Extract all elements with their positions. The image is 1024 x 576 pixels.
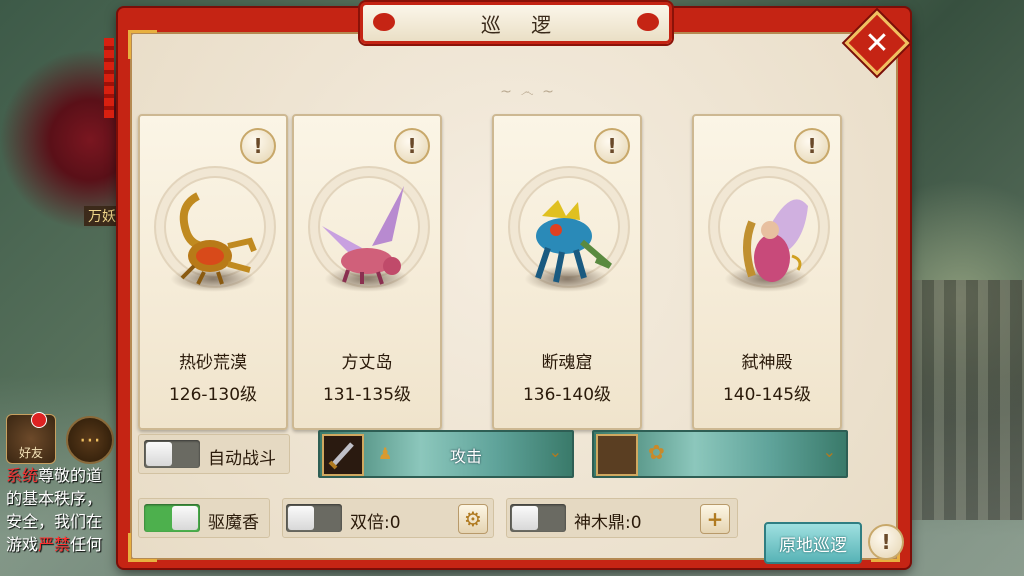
area-card-3[interactable]: ! 断魂窟 136-140级: [492, 114, 642, 430]
chat-line: 安全，我们在: [6, 512, 103, 531]
area-name: 热砂荒漠: [179, 353, 247, 373]
tassel-decoration: [104, 38, 114, 118]
system-tag: 系统: [6, 466, 39, 485]
dialog-title: 巡 逻: [480, 12, 564, 37]
paw-icon: ✿: [648, 440, 665, 464]
info-icon[interactable]: !: [394, 128, 430, 164]
shenmu-toggle[interactable]: [510, 504, 566, 532]
chevron-down-icon: ⌄: [548, 442, 562, 461]
area-level: 131-135级: [322, 385, 412, 405]
auto-battle-toggle[interactable]: [144, 440, 200, 468]
chevron-down-icon: ⌄: [822, 442, 836, 461]
plus-icon[interactable]: +: [700, 504, 730, 534]
chat-button[interactable]: ⋯: [66, 416, 114, 464]
area-card-2[interactable]: ! 方丈岛 131-135级: [292, 114, 442, 430]
system-chat-log: 系统尊敬的道 的基本秩序， 安全，我们在 游戏严禁任何: [6, 464, 126, 556]
info-icon[interactable]: !: [594, 128, 630, 164]
dialog-title-plate: 巡 逻: [360, 2, 672, 44]
close-icon: ✕: [864, 25, 890, 61]
friends-label: 好友: [18, 446, 43, 460]
empty-skill-slot: [596, 434, 638, 476]
area-level: 126-130级: [168, 385, 258, 405]
patrol-dialog: ~ ෴ ~ ! 热砂荒漠 126-130级 ! 方丈岛 131-135级 ! 断…: [104, 2, 910, 568]
pink-winged-dragon-icon: [322, 186, 404, 285]
chat-line: 系统尊敬的道: [6, 466, 103, 485]
area-level: 140-145级: [722, 385, 812, 405]
friends-button[interactable]: 好友: [6, 412, 56, 464]
double-toggle[interactable]: [286, 504, 342, 532]
shenmu-label: 神木鼎:0: [574, 513, 642, 533]
area-name: 方丈岛: [341, 353, 393, 373]
patrol-here-button[interactable]: 原地巡逻: [764, 522, 862, 564]
area-card-1[interactable]: ! 热砂荒漠 126-130级: [138, 114, 288, 430]
chat-line: 游戏严禁任何: [6, 535, 103, 554]
npc-name-label: 万妖: [84, 206, 120, 226]
chat-line: 的基本秩序，: [6, 489, 103, 508]
blue-frog-lizard-icon: [535, 200, 612, 283]
golden-scorpion-icon: [179, 192, 257, 285]
repel-toggle[interactable]: [144, 504, 200, 532]
cloud-ornament: ~ ෴ ~: [500, 84, 556, 100]
skill-label: 攻击: [450, 447, 483, 466]
info-icon[interactable]: !: [240, 128, 276, 164]
auto-battle-label: 自动战斗: [208, 449, 276, 469]
area-name: 弑神殿: [741, 353, 793, 373]
help-icon[interactable]: !: [868, 524, 904, 560]
gear-icon[interactable]: ⚙: [458, 504, 488, 534]
repel-label: 驱魔香: [208, 513, 259, 533]
cloud-ornament-icon: [637, 13, 659, 31]
area-card-4[interactable]: ! 弑神殿 140-145级: [692, 114, 842, 430]
sword-skill-icon: [322, 434, 364, 476]
area-level: 136-140级: [522, 385, 612, 405]
dialog-panel: ~ ෴ ~ ! 热砂荒漠 126-130级 ! 方丈岛 131-135级 ! 断…: [128, 30, 904, 564]
pet-skill-select[interactable]: ✿ ⌄: [592, 430, 848, 478]
skill-select[interactable]: ♟ 攻击 ⌄: [318, 430, 574, 478]
double-label: 双倍:0: [350, 513, 401, 533]
area-name: 断魂窟: [541, 353, 593, 373]
info-icon[interactable]: !: [794, 128, 830, 164]
cloud-ornament-icon: [373, 13, 395, 31]
person-icon: ♟: [378, 444, 393, 463]
notification-dot: [31, 412, 47, 428]
chat-bubble-icon: ⋯: [79, 427, 101, 453]
pink-winged-fairy-icon: [743, 199, 808, 282]
wooden-fence: [912, 280, 1024, 520]
